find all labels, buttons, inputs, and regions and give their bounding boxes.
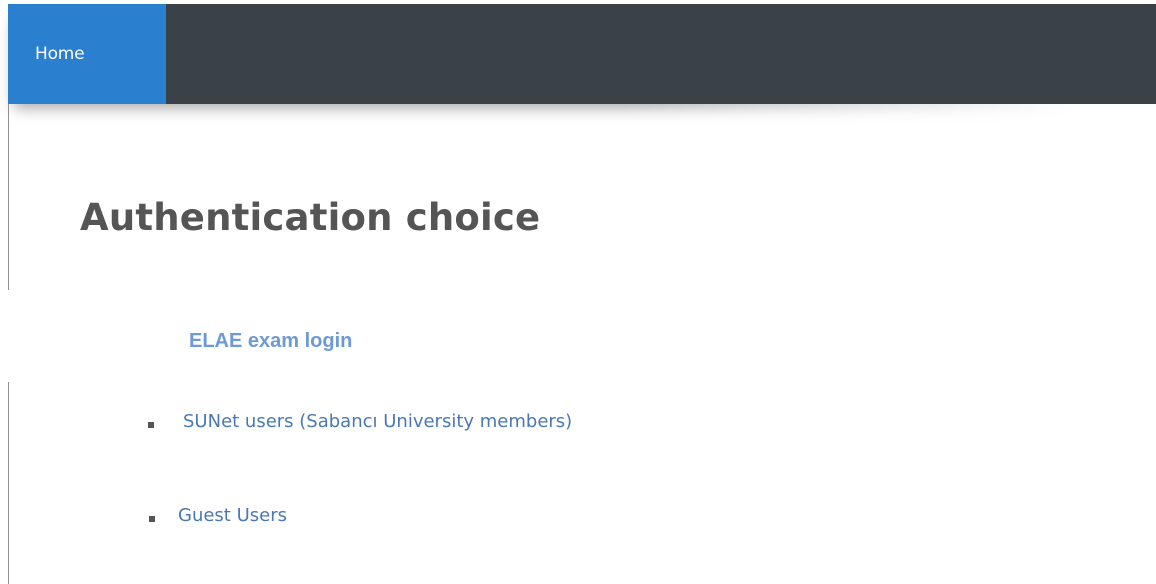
guest-users-link[interactable]: Guest Users <box>178 505 287 526</box>
page-title: Authentication choice <box>80 196 541 239</box>
sunet-users-link[interactable]: SUNet users (Sabancı University members) <box>183 411 572 432</box>
top-navbar: Home <box>8 4 1156 104</box>
nav-home-tab[interactable]: Home <box>8 4 166 104</box>
left-divider-top <box>8 104 9 290</box>
bullet-icon <box>148 422 154 428</box>
navbar-shadow-fade <box>620 104 1156 144</box>
exam-login-heading: ELAE exam login <box>189 330 353 352</box>
left-divider-bottom <box>8 382 9 584</box>
bullet-icon <box>149 516 155 522</box>
page: Home Authentication choice ELAE exam log… <box>0 0 1156 584</box>
